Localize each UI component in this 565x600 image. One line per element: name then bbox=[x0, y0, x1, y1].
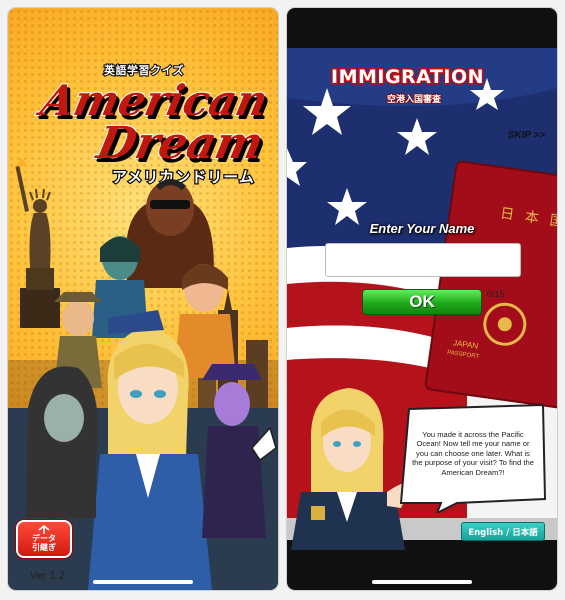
title-screen: 英語学習クイズ American Dream アメリカンドリーム データ 引継ぎ… bbox=[8, 8, 278, 590]
name-char-counter: 0/15 bbox=[487, 289, 505, 299]
immigration-title: IMMIGRATION bbox=[330, 65, 486, 90]
skip-button[interactable]: SKIP >> bbox=[508, 130, 545, 141]
home-indicator[interactable] bbox=[93, 580, 193, 584]
immigration-subtitle: 空港入国審査 bbox=[386, 93, 442, 105]
immigration-officer-character bbox=[291, 388, 411, 550]
immigration-screen: 日 本 国 JAPAN PASSPORT IMMIGRATION 空港入国審査 … bbox=[287, 8, 557, 590]
app-screenshot-frame: 英語学習クイズ American Dream アメリカンドリーム データ 引継ぎ… bbox=[0, 0, 565, 600]
data-transfer-button[interactable]: データ 引継ぎ bbox=[16, 520, 72, 558]
language-toggle-button[interactable]: English / 日本語 bbox=[461, 522, 545, 541]
home-indicator[interactable] bbox=[372, 580, 472, 584]
data-transfer-label-2: 引継ぎ bbox=[32, 543, 56, 552]
name-input[interactable] bbox=[325, 243, 521, 277]
officer-dialogue: You made it across the Pacific Ocean! No… bbox=[412, 430, 534, 477]
ok-button[interactable]: OK bbox=[362, 289, 482, 315]
enter-name-label: Enter Your Name bbox=[369, 221, 475, 236]
version-label: Ver 1.2 bbox=[30, 570, 65, 582]
